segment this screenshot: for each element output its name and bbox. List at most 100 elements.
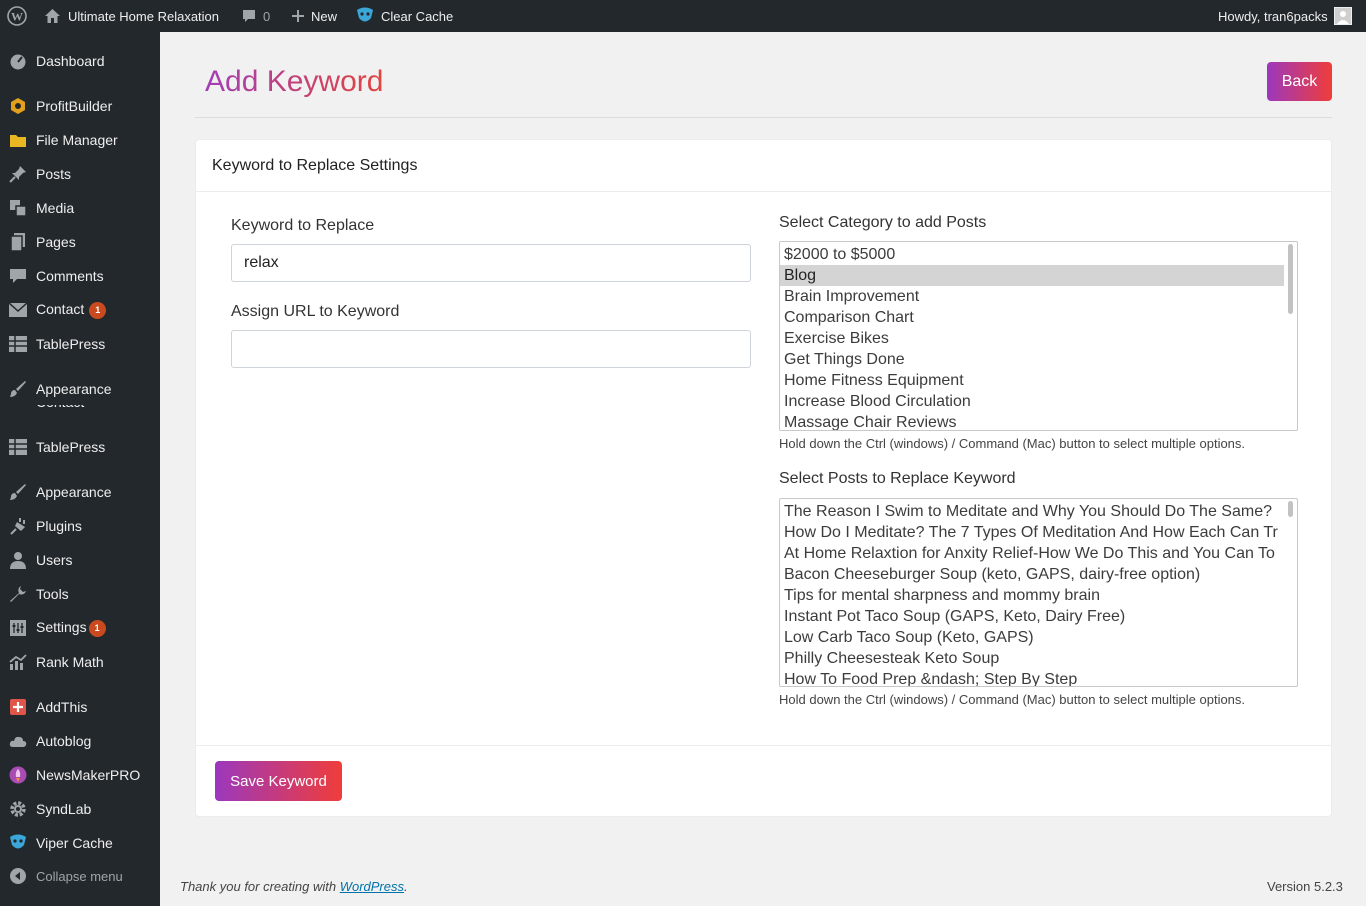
- sidebar-item-rank-math[interactable]: Rank Math: [0, 645, 160, 679]
- sidebar-item-tools[interactable]: Tools: [0, 577, 160, 611]
- comment-icon: [243, 10, 255, 22]
- sidebar-item-profitbuilder[interactable]: ProfitBuilder: [0, 89, 160, 123]
- folder-icon: [8, 130, 28, 150]
- wordpress-link[interactable]: WordPress: [340, 879, 404, 894]
- comments-count: 0: [263, 8, 271, 24]
- dashboard-icon: [8, 51, 28, 71]
- brush-icon: [8, 379, 28, 399]
- sidebar-item-plugins[interactable]: Plugins: [0, 509, 160, 543]
- category-option[interactable]: $2000 to $5000: [780, 244, 1284, 265]
- media-icon: [8, 198, 28, 218]
- category-option[interactable]: Get Things Done: [780, 349, 1284, 370]
- clear-cache-label: Clear Cache: [381, 8, 454, 24]
- site-name-link[interactable]: Ultimate Home Relaxation: [44, 0, 219, 32]
- sidebar-item-tablepress[interactable]: TablePress: [0, 327, 160, 361]
- sidebar-item-label: Appearance: [36, 484, 112, 500]
- profitbuilder-icon: [8, 96, 28, 116]
- sidebar-item-settings[interactable]: Settings 1: [0, 611, 160, 645]
- sidebar-item-label: NewsMakerPRO: [36, 767, 141, 783]
- account-menu[interactable]: Howdy, tran6packs: [1218, 0, 1352, 32]
- sidebar-item-syndlab[interactable]: SyndLab: [0, 792, 160, 826]
- post-option[interactable]: Tips for mental sharpness and mommy brai…: [780, 585, 1284, 606]
- sidebar-item-tablepress-2[interactable]: TablePress: [0, 430, 160, 464]
- sidebar-item-dashboard[interactable]: Dashboard: [0, 44, 160, 78]
- sidebar-item-posts[interactable]: Posts: [0, 157, 160, 191]
- clear-cache-link[interactable]: Clear Cache: [355, 0, 453, 32]
- footer-thanks: Thank you for creating with WordPress.: [180, 879, 408, 894]
- wordpress-logo-icon[interactable]: W: [7, 0, 27, 32]
- collapse-menu-label: Collapse menu: [36, 868, 123, 884]
- card-header: Keyword to Replace Settings: [196, 140, 1331, 192]
- sidebar-item-appearance[interactable]: Appearance: [0, 372, 160, 406]
- sidebar-item-label: Comments: [36, 268, 104, 284]
- sidebar-item-contact[interactable]: Contact 1: [0, 293, 160, 327]
- new-content-link[interactable]: New: [291, 0, 337, 32]
- posts-multiselect[interactable]: The Reason I Swim to Meditate and Why Yo…: [779, 498, 1298, 687]
- post-option[interactable]: Philly Cheesesteak Keto Soup: [780, 648, 1284, 669]
- post-option[interactable]: How To Food Prep &ndash; Step By Step: [780, 669, 1284, 686]
- brush-icon: [8, 482, 28, 502]
- category-option[interactable]: Home Fitness Equipment: [780, 370, 1284, 391]
- post-option[interactable]: How Do I Meditate? The 7 Types Of Medita…: [780, 522, 1284, 543]
- category-option-selected[interactable]: Blog: [780, 265, 1284, 286]
- sidebar-item-label: Posts: [36, 166, 72, 182]
- scrollbar[interactable]: [1288, 501, 1293, 517]
- post-option[interactable]: Bacon Cheeseburger Soup (keto, GAPS, dai…: [780, 564, 1284, 585]
- comments-link[interactable]: 0: [241, 0, 270, 32]
- sidebar-item-file-manager[interactable]: File Manager: [0, 123, 160, 157]
- comment-icon: [8, 266, 28, 286]
- sidebar-item-pages[interactable]: Pages: [0, 225, 160, 259]
- collapse-menu-button[interactable]: Collapse menu: [0, 859, 160, 893]
- pages-icon: [8, 232, 28, 252]
- wordpress-version: Version 5.2.3: [1267, 879, 1343, 894]
- post-option[interactable]: At Home Relaxtion for Anxity Relief-How …: [780, 543, 1284, 564]
- table-icon: [8, 334, 28, 354]
- sidebar-item-label: File Manager: [36, 132, 118, 148]
- viper-icon: [8, 833, 28, 853]
- sidebar-item-label: TablePress: [36, 439, 106, 455]
- sidebar-item-media[interactable]: Media: [0, 191, 160, 225]
- divider: [195, 117, 1332, 118]
- scrollbar[interactable]: [1288, 244, 1293, 314]
- sidebar-item-label: SyndLab: [36, 801, 92, 817]
- admin-sidebar: Dashboard ProfitBuilder File Manager Pos…: [0, 32, 160, 906]
- settings-icon: [8, 618, 28, 638]
- url-label: Assign URL to Keyword: [231, 303, 400, 320]
- back-button[interactable]: Back: [1267, 62, 1332, 101]
- sidebar-item-appearance-2[interactable]: Appearance: [0, 475, 160, 509]
- sidebar-item-label: ProfitBuilder: [36, 98, 113, 114]
- url-input[interactable]: [231, 330, 751, 368]
- post-option[interactable]: Low Carb Taco Soup (Keto, GAPS): [780, 627, 1284, 648]
- cloud-icon: [8, 731, 28, 751]
- sidebar-item-users[interactable]: Users: [0, 543, 160, 577]
- plug-icon: [8, 516, 28, 536]
- category-option[interactable]: Increase Blood Circulation: [780, 391, 1284, 412]
- category-option[interactable]: Exercise Bikes: [780, 328, 1284, 349]
- sidebar-item-comments[interactable]: Comments: [0, 259, 160, 293]
- category-option[interactable]: Massage Chair Reviews: [780, 412, 1284, 430]
- plus-icon: [292, 10, 304, 22]
- sidebar-item-newsmakerpro[interactable]: NewsMakerPRO: [0, 758, 160, 792]
- keyword-input[interactable]: relax: [231, 244, 751, 282]
- save-keyword-button[interactable]: Save Keyword: [215, 761, 342, 801]
- plus-square-icon: [8, 697, 28, 717]
- notification-badge: 1: [88, 619, 106, 637]
- category-option[interactable]: Brain Improvement: [780, 286, 1284, 307]
- sidebar-item-label: Dashboard: [36, 53, 105, 69]
- category-option[interactable]: Comparison Chart: [780, 307, 1284, 328]
- sidebar-item-label: Users: [36, 552, 73, 568]
- user-icon: [8, 550, 28, 570]
- admin-bar: W Ultimate Home Relaxation 0 New Clear C…: [0, 0, 1366, 32]
- home-icon: [45, 9, 60, 23]
- gear-icon: [8, 799, 28, 819]
- post-option[interactable]: Instant Pot Taco Soup (GAPS, Keto, Dairy…: [780, 606, 1284, 627]
- category-multiselect[interactable]: $2000 to $5000 Blog Brain Improvement Co…: [779, 241, 1298, 431]
- viper-icon: [357, 7, 373, 22]
- sidebar-item-addthis[interactable]: AddThis: [0, 690, 160, 724]
- post-option[interactable]: The Reason I Swim to Meditate and Why Yo…: [780, 501, 1284, 522]
- sidebar-item-autoblog[interactable]: Autoblog: [0, 724, 160, 758]
- sidebar-item-label: Appearance: [36, 381, 112, 397]
- sidebar-item-viper-cache[interactable]: Viper Cache: [0, 826, 160, 860]
- howdy-text: Howdy, tran6packs: [1218, 8, 1328, 24]
- sidebar-item-label: Pages: [36, 234, 76, 250]
